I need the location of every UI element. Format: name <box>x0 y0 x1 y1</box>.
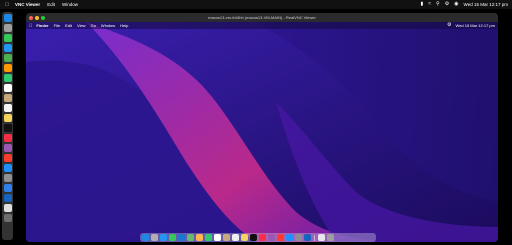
menu-app-name[interactable]: VNC Viewer <box>15 2 40 7</box>
news-icon[interactable] <box>277 234 284 241</box>
guest-dock <box>140 233 376 242</box>
remote-desktop[interactable]:  Finder File Edit View Go Window Help ⚙… <box>26 22 498 242</box>
host-dock <box>2 12 13 240</box>
notes-icon[interactable] <box>3 114 12 122</box>
podcasts-icon[interactable] <box>3 144 12 152</box>
contacts-icon[interactable] <box>223 234 230 241</box>
guest-menu-help[interactable]: Help <box>120 23 128 28</box>
guest-menu-file[interactable]: File <box>54 23 60 28</box>
mail-icon[interactable] <box>178 234 185 241</box>
menu-clock[interactable]: Wed 15 Mar 12:17 pm <box>464 2 508 7</box>
trash-icon[interactable] <box>327 234 334 241</box>
guest-menu-view[interactable]: View <box>77 23 86 28</box>
facetime-icon[interactable] <box>205 234 212 241</box>
vnc-icon[interactable] <box>3 184 12 192</box>
tv-icon[interactable] <box>250 234 257 241</box>
podcasts-icon[interactable] <box>268 234 275 241</box>
menu-edit[interactable]: Edit <box>47 2 55 7</box>
app-store-icon[interactable] <box>286 234 293 241</box>
siri-icon[interactable]: ◉ <box>454 2 458 7</box>
host-menu-bar:  VNC Viewer Edit Window ▮ ≈ ⚲ ⚙ ◉ Wed 1… <box>0 0 512 9</box>
photos-icon[interactable] <box>3 64 12 72</box>
window-title-bar[interactable]: macos13-vm-fr44hh (macos13-VM-MAIN) - Re… <box>26 13 498 22</box>
music-icon[interactable] <box>259 234 266 241</box>
launchpad-icon[interactable] <box>3 24 12 32</box>
menu-window[interactable]: Window <box>62 2 78 7</box>
document-icon[interactable] <box>318 234 325 241</box>
vnc-viewer-window: macos13-vm-fr44hh (macos13-VM-MAIN) - Re… <box>26 13 498 242</box>
guest-menu-bar:  Finder File Edit View Go Window Help ⚙… <box>26 22 498 29</box>
settings-icon[interactable] <box>3 174 12 182</box>
calendar-icon[interactable] <box>3 84 12 92</box>
messages-icon[interactable] <box>3 34 12 42</box>
settings-icon[interactable] <box>295 234 302 241</box>
maps-icon[interactable] <box>3 54 12 62</box>
facetime-icon[interactable] <box>3 74 12 82</box>
finder-icon[interactable] <box>142 234 149 241</box>
reminders-icon[interactable] <box>3 104 12 112</box>
reminders-icon[interactable] <box>232 234 239 241</box>
document-icon[interactable] <box>3 204 12 212</box>
calendar-icon[interactable] <box>214 234 221 241</box>
dock-separator <box>314 234 315 241</box>
battery-icon[interactable]: ▮ <box>421 2 424 7</box>
launchpad-icon[interactable] <box>151 234 158 241</box>
window-title: macos13-vm-fr44hh (macos13-VM-MAIN) - Re… <box>208 15 316 20</box>
safari-icon[interactable] <box>160 234 167 241</box>
tv-icon[interactable] <box>3 124 12 132</box>
maps-icon[interactable] <box>187 234 194 241</box>
wallpaper-image <box>26 22 498 242</box>
apple-menu-icon[interactable]:  <box>4 2 10 8</box>
wifi-icon[interactable]: ≈ <box>428 2 431 7</box>
xcode-icon[interactable] <box>3 194 12 202</box>
news-icon[interactable] <box>3 154 12 162</box>
control-center-icon[interactable]: ⚙ <box>445 2 449 7</box>
messages-icon[interactable] <box>169 234 176 241</box>
xcode-icon[interactable] <box>304 234 311 241</box>
guest-control-center-icon[interactable]: ⚙ <box>447 23 451 28</box>
guest-menu-go[interactable]: Go <box>91 23 96 28</box>
trash-icon[interactable] <box>3 214 12 222</box>
music-icon[interactable] <box>3 134 12 142</box>
guest-menu-edit[interactable]: Edit <box>65 23 72 28</box>
mail-icon[interactable] <box>3 44 12 52</box>
app-store-icon[interactable] <box>3 164 12 172</box>
status-area: ▮ ≈ ⚲ ⚙ ◉ Wed 15 Mar 12:17 pm <box>421 2 509 8</box>
guest-status-area: ⚙ Wed 15 Mar 12:17 pm <box>447 23 495 29</box>
guest-menu-window[interactable]: Window <box>101 23 115 28</box>
guest-menu-finder[interactable]: Finder <box>36 23 48 28</box>
contacts-icon[interactable] <box>3 94 12 102</box>
notes-icon[interactable] <box>241 234 248 241</box>
guest-apple-menu-icon[interactable]:  <box>29 23 32 28</box>
photos-icon[interactable] <box>196 234 203 241</box>
guest-menu-clock[interactable]: Wed 15 Mar 12:17 pm <box>455 23 495 28</box>
finder-icon[interactable] <box>3 14 12 22</box>
search-icon[interactable]: ⚲ <box>436 2 440 7</box>
